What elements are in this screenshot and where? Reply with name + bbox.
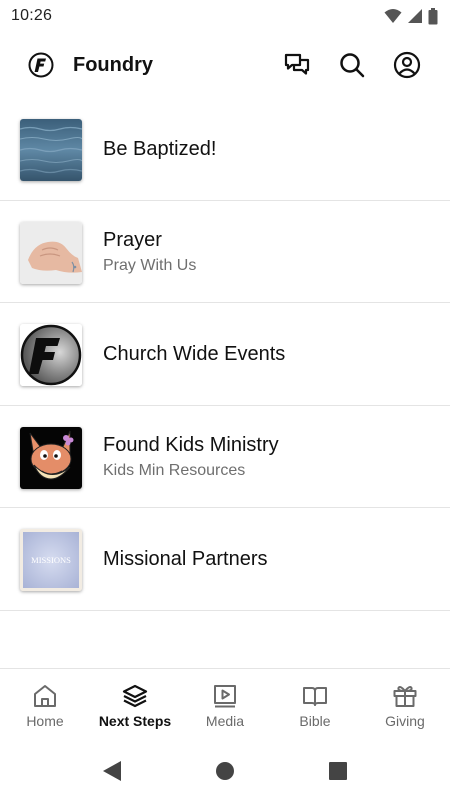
back-triangle-icon	[103, 761, 121, 781]
battery-icon	[428, 7, 438, 24]
nav-label: Giving	[385, 713, 425, 729]
nav-item-next-steps[interactable]: Next Steps	[90, 669, 180, 740]
search-button[interactable]	[338, 51, 366, 79]
home-system-button[interactable]	[214, 760, 236, 782]
app-header: Foundry	[0, 32, 450, 98]
list-item-found-kids-ministry[interactable]: Found Kids Ministry Kids Min Resources	[0, 406, 450, 508]
home-icon	[34, 685, 56, 707]
list-item-text: Church Wide Events	[103, 303, 285, 405]
nav-item-giving[interactable]: Giving	[360, 669, 450, 740]
nav-item-home[interactable]: Home	[0, 669, 90, 740]
list-item-text: Missional Partners	[103, 508, 268, 610]
search-icon	[340, 53, 365, 78]
book-icon	[303, 687, 327, 706]
nav-label: Media	[205, 713, 245, 729]
app-title: Foundry	[73, 54, 153, 76]
list-item-subtitle: Pray With Us	[103, 257, 197, 274]
next-steps-list: Be Baptized! Prayer Pray With Us Church …	[0, 98, 450, 611]
list-item-church-wide-events[interactable]: Church Wide Events	[0, 303, 450, 406]
nav-item-media[interactable]: Media	[180, 669, 270, 740]
events-thumbnail	[20, 324, 82, 386]
layers-icon	[122, 684, 148, 708]
list-item-text: Found Kids Ministry Kids Min Resources	[103, 406, 279, 508]
back-button[interactable]	[101, 760, 123, 782]
baptized-thumbnail	[20, 119, 82, 181]
list-item-title: Prayer	[103, 229, 162, 251]
chat-icon	[284, 53, 310, 75]
recents-button[interactable]	[327, 760, 349, 782]
chat-button[interactable]	[283, 51, 311, 79]
list-item-text: Prayer Pray With Us	[103, 201, 196, 303]
list-item-title: Missional Partners	[103, 548, 268, 570]
home-circle-icon	[216, 762, 234, 780]
foundry-logo-icon[interactable]	[28, 52, 54, 78]
missions-thumbnail-text: MISSIONS	[31, 555, 71, 565]
list-item-missional-partners[interactable]: MISSIONS Missional Partners	[0, 508, 450, 611]
list-item-title: Found Kids Ministry	[103, 434, 279, 456]
media-icon	[214, 685, 236, 708]
system-navigation-bar	[0, 740, 450, 800]
list-item-title: Be Baptized!	[103, 138, 217, 160]
signal-icon	[408, 9, 422, 23]
prayer-thumbnail	[20, 221, 82, 284]
list-item-be-baptized[interactable]: Be Baptized!	[0, 98, 450, 201]
list-item-title: Church Wide Events	[103, 343, 286, 365]
list-item-text: Be Baptized!	[103, 98, 216, 200]
account-icon	[393, 51, 421, 79]
nav-label: Next Steps	[98, 713, 172, 729]
status-time: 10:26	[11, 7, 53, 24]
nav-label: Home	[26, 713, 64, 729]
profile-button[interactable]	[393, 51, 421, 79]
kids-ministry-thumbnail	[20, 426, 82, 489]
bottom-navigation: Home Next Steps Media Bible Giving	[0, 668, 450, 740]
status-bar: 10:26	[0, 0, 450, 32]
nav-item-bible[interactable]: Bible	[270, 669, 360, 740]
wifi-icon	[384, 9, 402, 23]
gift-icon	[393, 686, 417, 707]
list-item-prayer[interactable]: Prayer Pray With Us	[0, 201, 450, 303]
missions-thumbnail: MISSIONS	[20, 529, 82, 591]
recents-square-icon	[329, 762, 347, 780]
list-item-subtitle: Kids Min Resources	[103, 462, 246, 479]
status-icons	[384, 7, 438, 25]
nav-label: Bible	[299, 713, 331, 729]
